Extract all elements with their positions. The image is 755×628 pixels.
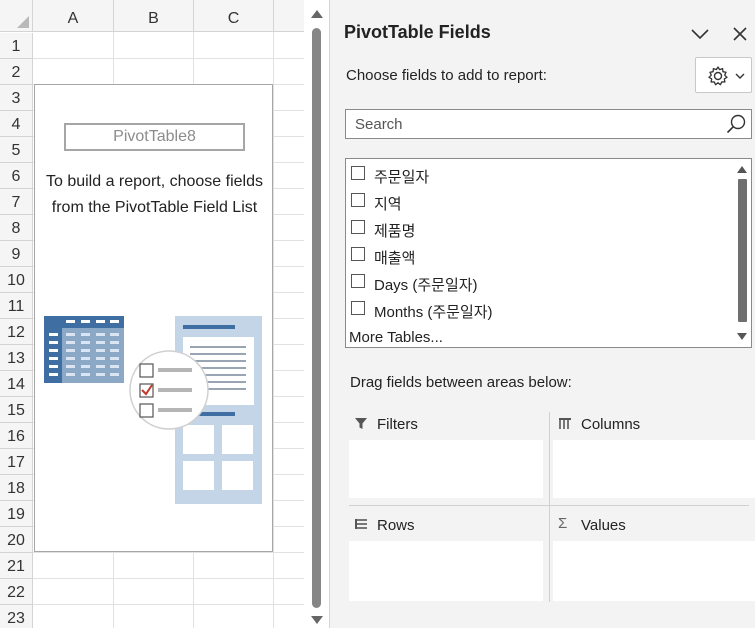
row-header[interactable]: 17 (0, 449, 33, 475)
field-label: 주문일자 (374, 169, 430, 186)
column-header-d[interactable] (274, 0, 304, 32)
row-header[interactable]: 4 (0, 111, 33, 137)
row-header[interactable]: 14 (0, 371, 33, 397)
scroll-up-arrow-icon[interactable] (311, 10, 323, 18)
field-checkbox[interactable] (351, 166, 365, 180)
pivot-hint-text: To build a report, choose fields from th… (45, 173, 263, 216)
filter-icon (355, 418, 367, 429)
pivot-name-label: PivotTable8 (64, 123, 245, 151)
tools-button[interactable] (695, 57, 752, 93)
field-checkbox[interactable] (351, 274, 365, 288)
row-header[interactable]: 3 (0, 85, 33, 111)
columns-area-label: Columns (581, 416, 641, 433)
row-header[interactable]: 13 (0, 345, 33, 371)
field-checkbox[interactable] (351, 220, 365, 234)
row-header[interactable]: 23 (0, 605, 33, 628)
scroll-up-arrow-icon[interactable] (737, 166, 747, 173)
column-header-c[interactable]: C (194, 0, 274, 32)
row-header[interactable]: 2 (0, 59, 33, 85)
gridline-horizontal (33, 604, 304, 605)
gridline-horizontal (33, 552, 304, 553)
pivot-illustration (44, 316, 262, 504)
drag-fields-label: Drag fields between areas below: (350, 374, 572, 391)
field-checkbox[interactable] (351, 193, 365, 207)
field-label: Days (주문일자) (374, 277, 478, 294)
field-checkbox[interactable] (351, 301, 365, 315)
rows-area-label: Rows (377, 517, 415, 534)
spreadsheet-grid[interactable]: A B C 1 2 3 4 5 6 7 8 9 10 11 12 13 14 15 16 17 18 19 20 21 2… (0, 0, 304, 628)
row-header[interactable]: 5 (0, 137, 33, 163)
rows-icon (355, 519, 367, 529)
field-label: 제품명 (374, 223, 416, 240)
scroll-down-arrow-icon[interactable] (737, 333, 747, 340)
select-all-corner[interactable] (0, 0, 33, 32)
checklist-illustration (129, 350, 209, 430)
field-list[interactable]: 주문일자 지역 제품명 매출액 Days (주문일자) Months (주문일자… (345, 158, 752, 348)
row-header[interactable]: 11 (0, 293, 33, 319)
row-header[interactable]: 7 (0, 189, 33, 215)
field-list-scrollbar[interactable] (733, 159, 751, 347)
column-header-a[interactable]: A (33, 0, 114, 32)
sheet-vertical-scrollbar[interactable] (304, 0, 330, 628)
field-label: Months (주문일자) (374, 304, 493, 321)
row-header[interactable]: 12 (0, 319, 33, 345)
more-tables-link[interactable]: More Tables... (349, 329, 443, 346)
columns-icon (559, 418, 571, 429)
gear-icon (708, 66, 728, 86)
row-header[interactable]: 18 (0, 475, 33, 501)
table-illustration (44, 316, 124, 383)
row-header[interactable]: 16 (0, 423, 33, 449)
row-header[interactable]: 9 (0, 241, 33, 267)
row-header[interactable]: 20 (0, 527, 33, 553)
values-area-label: Values (581, 517, 626, 534)
rows-drop-zone[interactable] (349, 541, 543, 601)
search-icon[interactable] (725, 113, 747, 135)
choose-fields-label: Choose fields to add to report: (346, 67, 547, 84)
gridline-horizontal (33, 578, 304, 579)
row-header[interactable]: 22 (0, 579, 33, 605)
chevron-down-icon[interactable] (688, 22, 712, 46)
field-label: 지역 (374, 196, 402, 213)
pivot-fields-pane: PivotTable Fields Choose fields to add t… (330, 0, 755, 628)
scroll-thumb[interactable] (738, 179, 747, 322)
chevron-down-icon (735, 73, 745, 79)
row-header[interactable]: 10 (0, 267, 33, 293)
pivot-placeholder[interactable]: PivotTable8 To build a report, choose fi… (34, 84, 273, 552)
row-header[interactable]: 8 (0, 215, 33, 241)
row-header[interactable]: 19 (0, 501, 33, 527)
field-label: 매출액 (374, 250, 416, 267)
search-field[interactable] (345, 109, 752, 139)
row-header[interactable]: 21 (0, 553, 33, 579)
close-icon[interactable] (728, 22, 752, 46)
field-checkbox[interactable] (351, 247, 365, 261)
filters-drop-zone[interactable] (349, 440, 543, 498)
column-header-b[interactable]: B (114, 0, 194, 32)
scroll-down-arrow-icon[interactable] (311, 616, 323, 624)
area-divider-horizontal (349, 505, 749, 506)
filters-area-label: Filters (377, 416, 418, 433)
scroll-thumb[interactable] (312, 28, 321, 608)
row-header[interactable]: 15 (0, 397, 33, 423)
area-divider-vertical (549, 412, 550, 602)
columns-drop-zone[interactable] (553, 440, 755, 498)
row-header[interactable]: 6 (0, 163, 33, 189)
pane-title: PivotTable Fields (344, 22, 491, 42)
row-header[interactable]: 1 (0, 33, 33, 59)
values-drop-zone[interactable] (553, 541, 755, 601)
sigma-icon: Σ (558, 515, 568, 532)
search-input[interactable] (353, 115, 717, 134)
gridline-horizontal (33, 58, 304, 59)
